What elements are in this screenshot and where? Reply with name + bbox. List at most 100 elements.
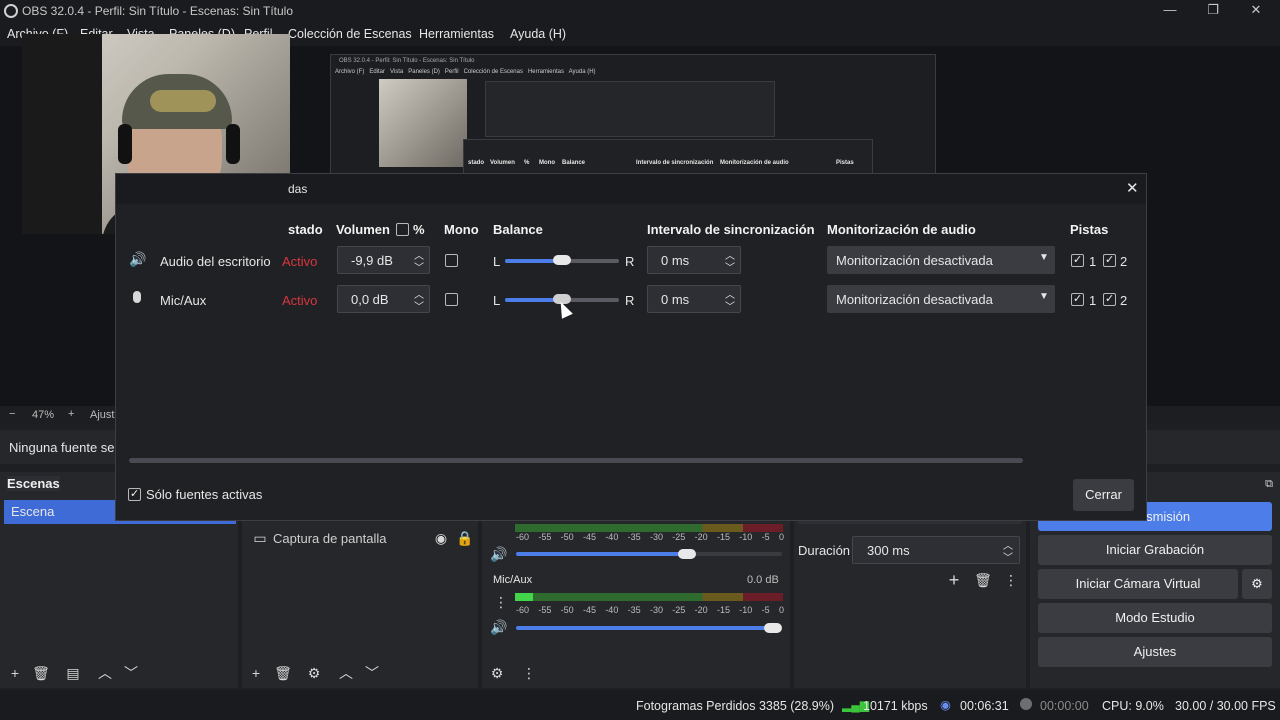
mono-checkbox[interactable] <box>445 254 458 267</box>
sync-value: 0 ms <box>661 292 690 307</box>
volume-knob-mic[interactable] <box>764 623 782 633</box>
header-mono: Mono <box>444 222 479 237</box>
volume-spinbox[interactable]: 0,0 dB ︿ ﹀ <box>337 285 430 313</box>
zoom-out-button[interactable]: − <box>9 408 15 420</box>
add-transition-icon[interactable]: + <box>944 570 964 590</box>
header-tracks: Pistas <box>1070 222 1109 237</box>
monitor-icon: ▭ <box>253 530 267 546</box>
spin-down-icon[interactable]: ﹀ <box>725 298 735 313</box>
nested-col-estado: stado <box>468 160 485 166</box>
scale-tick: 0 <box>778 532 784 542</box>
nested-col-tracks: Pistas <box>836 160 854 166</box>
wall-dark <box>22 34 102 234</box>
move-up-icon[interactable]: ︿ <box>96 663 114 683</box>
dialog-close-icon[interactable]: ✕ <box>1126 179 1139 197</box>
nested-obs-window: OBS 32.0.4 - Perfil: Sin Título - Escena… <box>330 54 936 176</box>
maximize-button[interactable]: ❐ <box>1203 2 1223 20</box>
menu-coleccion[interactable]: Colección de Escenas <box>288 27 412 41</box>
balance-l: L <box>493 254 501 269</box>
meter-scale-1: -60 -55 -50 -45 -40 -35 -30 -25 -20 -15 -10 -5 0 <box>516 532 784 542</box>
zoom-in-button[interactable]: + <box>68 408 74 420</box>
source-down-icon[interactable]: ﹀ <box>363 663 381 683</box>
duration-label: Duración <box>798 543 851 558</box>
spin-down-icon[interactable]: ﹀ <box>725 259 735 274</box>
add-source-icon[interactable]: + <box>247 663 265 683</box>
mixer-menu-icon[interactable]: ⋮ <box>494 592 508 612</box>
spin-down-icon[interactable]: ﹀ <box>414 259 424 274</box>
track2-checkbox[interactable] <box>1103 253 1116 267</box>
mixer-dock-menu-icon[interactable]: ⋮ <box>522 663 536 683</box>
no-source-label: Ninguna fuente sel <box>9 440 118 455</box>
row-name: Audio del escritorio <box>160 254 271 269</box>
scale-tick: 0 <box>778 605 784 615</box>
move-down-icon[interactable]: ﹀ <box>122 663 140 683</box>
volume-icon-desktop[interactable]: 🔊 <box>490 544 508 564</box>
scale-tick: -40 <box>605 605 619 615</box>
status-bar: Fotogramas Perdidos 3385 (28.9%) ▂▄▆ 101… <box>0 690 1280 720</box>
sync-spinbox[interactable]: 0 ms ︿ ﹀ <box>647 246 741 274</box>
meter-level-mic <box>515 593 533 601</box>
close-button[interactable]: Cerrar <box>1073 479 1134 511</box>
scale-tick: -10 <box>739 532 753 542</box>
studio-mode-button[interactable]: Modo Estudio <box>1038 603 1272 633</box>
visibility-eye-icon[interactable]: ◉ <box>432 528 450 548</box>
menu-ayuda[interactable]: Ayuda (H) <box>510 27 566 41</box>
nested-col-monitor: Monitorización de audio <box>720 160 789 166</box>
duration-spinbox[interactable]: 300 ms ︿ ﹀ <box>852 536 1020 564</box>
track2-checkbox[interactable] <box>1103 292 1116 306</box>
source-item-capture[interactable]: ▭ Captura de pantalla ◉ 🔒 <box>246 528 474 550</box>
volume-icon-mic[interactable]: 🔊 <box>490 617 508 637</box>
spin-down-icon[interactable]: ﹀ <box>414 298 424 313</box>
meter-mic <box>515 593 783 601</box>
scale-tick: -35 <box>627 605 641 615</box>
header-monitor: Monitorización de audio <box>827 222 976 237</box>
start-recording-button[interactable]: Iniciar Grabación <box>1038 535 1272 565</box>
percent-checkbox[interactable] <box>396 223 409 236</box>
lock-icon[interactable]: 🔒 <box>456 528 473 548</box>
dock-float-icon[interactable]: ⧉ <box>1262 474 1276 494</box>
nested-inner-window <box>485 81 775 137</box>
volume-knob-desktop[interactable] <box>678 549 696 559</box>
volume-slider-desktop[interactable] <box>516 552 686 556</box>
settings-button[interactable]: Ajustes <box>1038 637 1272 667</box>
spin-down-icon[interactable]: ﹀ <box>1003 549 1013 564</box>
remove-scene-icon[interactable]: 🗑 <box>32 663 50 683</box>
stream-time: 00:06:31 <box>960 699 1009 713</box>
volume-spinbox[interactable]: -9,9 dB ︿ ﹀ <box>337 246 430 274</box>
scale-tick: -30 <box>649 605 663 615</box>
record-label: Iniciar Grabación <box>1105 542 1205 557</box>
minimize-button[interactable]: — <box>1160 2 1180 20</box>
start-virtual-camera-button[interactable]: Iniciar Cámara Virtual <box>1038 569 1238 599</box>
volume-track-desktop <box>686 552 782 556</box>
scale-tick: -35 <box>627 532 641 542</box>
advanced-audio-gear-icon[interactable]: ⚙ <box>488 663 506 683</box>
source-settings-icon[interactable]: ⚙ <box>305 663 323 683</box>
volume-slider-mic[interactable] <box>516 626 772 630</box>
virtual-camera-settings-button[interactable]: ⚙ <box>1242 569 1272 599</box>
mono-checkbox[interactable] <box>445 293 458 306</box>
track1-checkbox[interactable] <box>1071 253 1084 267</box>
nested-dialog: stado Volumen % Mono Balance Intervalo d… <box>463 139 873 175</box>
only-active-label: Sólo fuentes activas <box>146 487 263 502</box>
add-scene-icon[interactable]: + <box>6 663 24 683</box>
balance-knob[interactable] <box>553 255 571 265</box>
sync-spinbox[interactable]: 0 ms ︿ ﹀ <box>647 285 741 313</box>
fps: 30.00 / 30.00 FPS <box>1175 699 1276 713</box>
monitor-value: Monitorización desactivada <box>836 253 993 268</box>
only-active-checkbox[interactable] <box>128 487 141 501</box>
close-window-button[interactable]: ✕ <box>1246 2 1266 20</box>
horizontal-scrollbar[interactable] <box>129 458 1023 463</box>
dialog-title: das <box>288 182 308 196</box>
scale-tick: -50 <box>560 532 574 542</box>
monitor-select[interactable]: Monitorización desactivada ▼ <box>827 285 1055 313</box>
source-up-icon[interactable]: ︿ <box>337 663 355 683</box>
zoom-fit[interactable]: Ajust <box>90 409 114 421</box>
monitor-select[interactable]: Monitorización desactivada ▼ <box>827 246 1055 274</box>
remove-transition-icon[interactable]: 🗑 <box>974 570 992 590</box>
menu-herramientas[interactable]: Herramientas <box>419 27 494 41</box>
transition-menu-icon[interactable]: ⋮ <box>1004 570 1018 590</box>
scene-filters-icon[interactable]: ▤ <box>64 663 82 683</box>
track1-label: 1 <box>1089 254 1097 269</box>
track1-checkbox[interactable] <box>1071 292 1084 306</box>
remove-source-icon[interactable]: 🗑 <box>274 663 292 683</box>
